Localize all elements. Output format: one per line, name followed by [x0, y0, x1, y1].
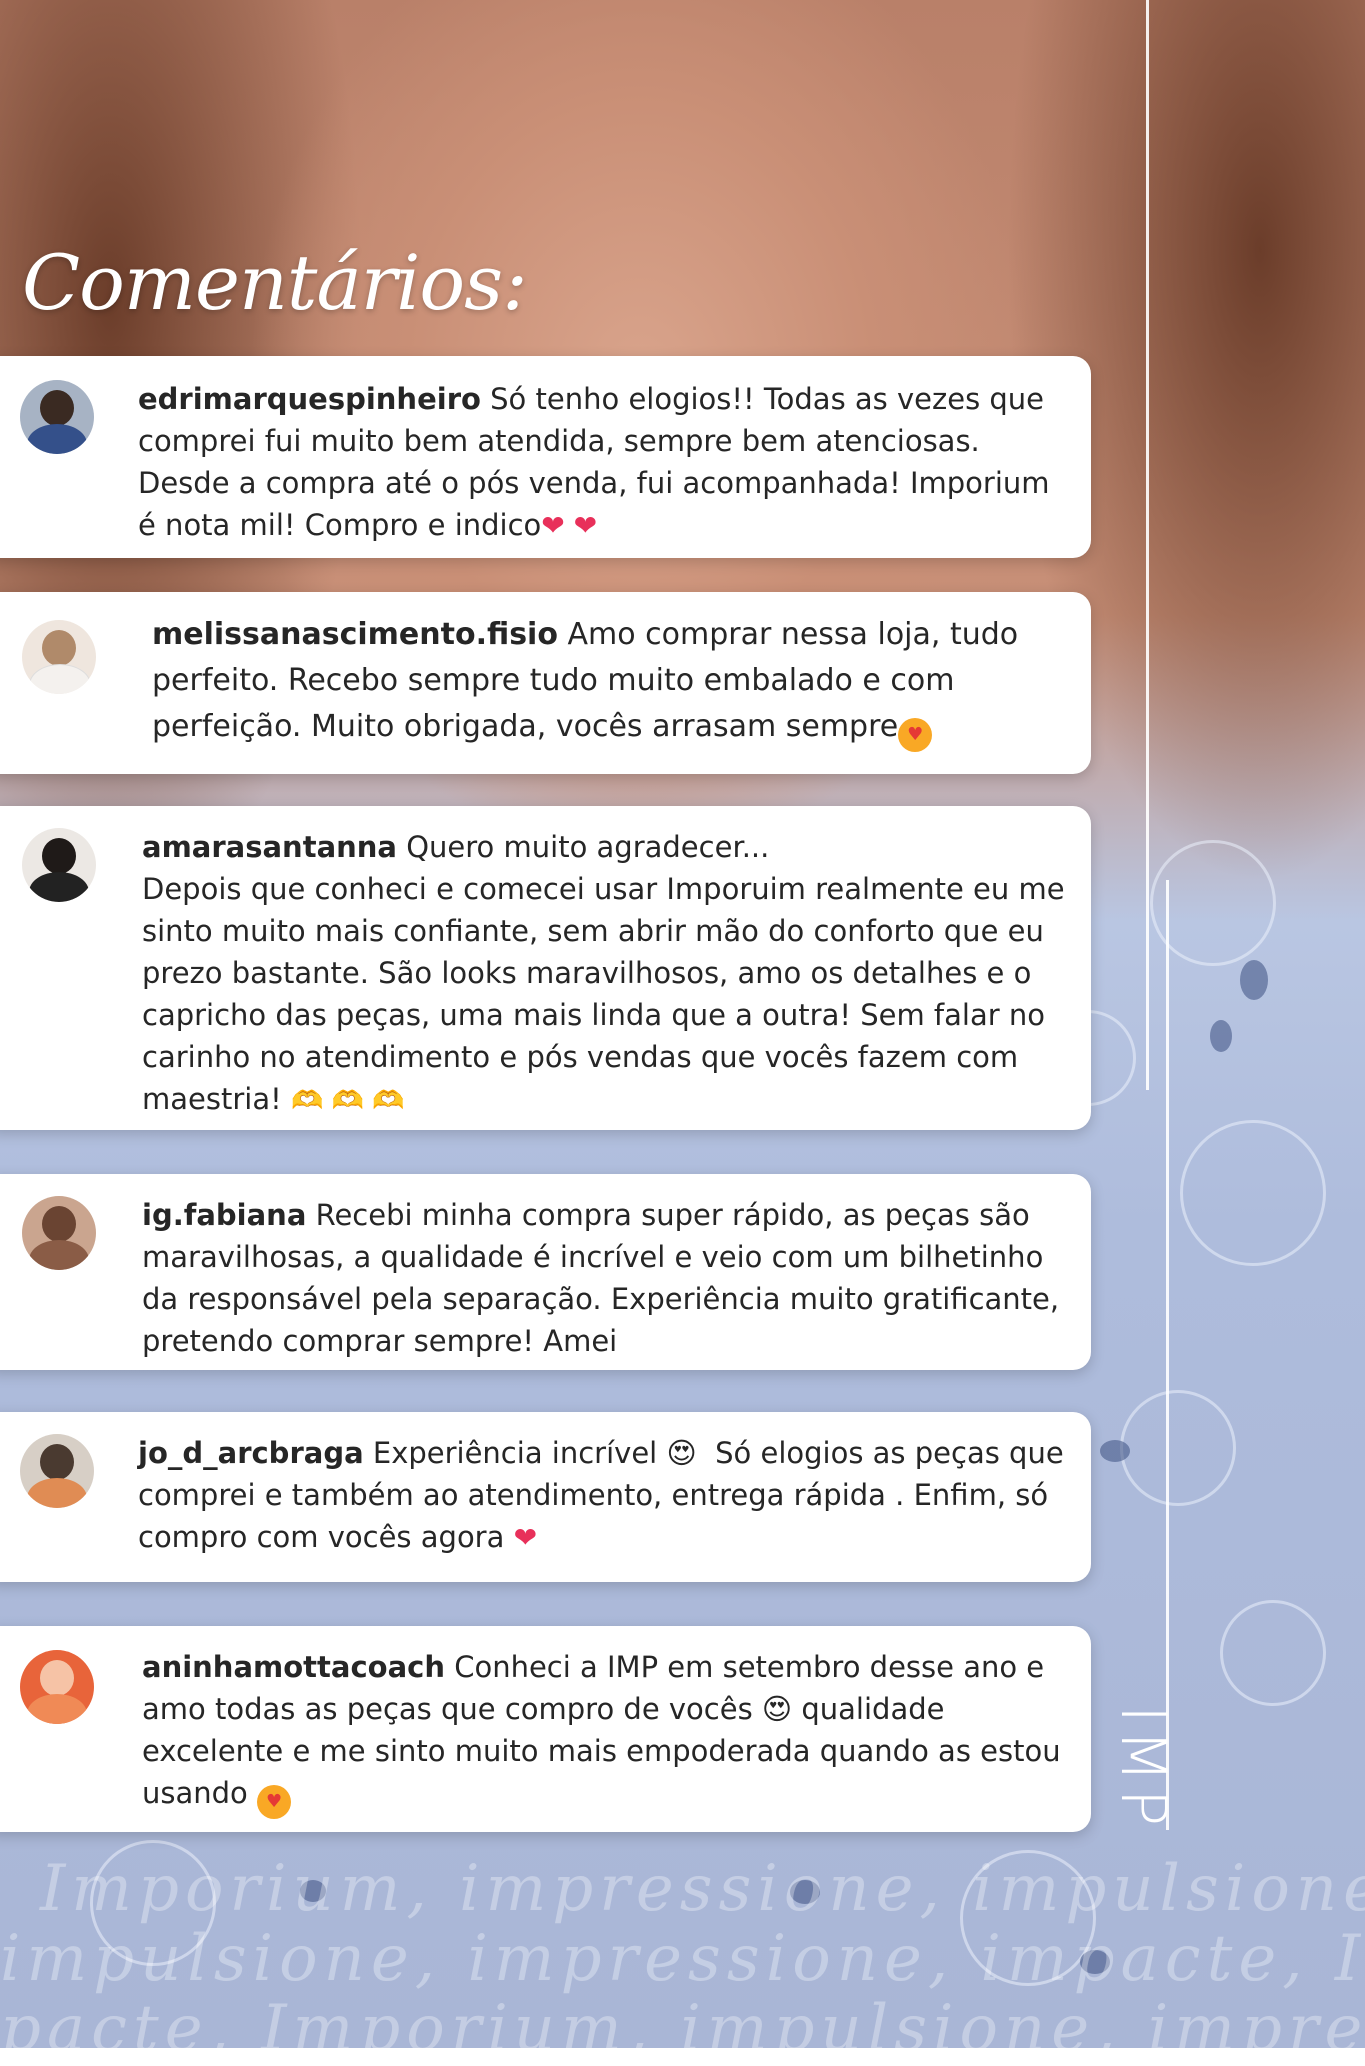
comment-username[interactable]: amarasantanna: [142, 830, 397, 864]
comment-username[interactable]: melissanascimento.fisio: [152, 617, 558, 652]
avatar[interactable]: [20, 380, 94, 454]
comment-text: ig.fabiana Recebi minha compra super ráp…: [142, 1198, 1060, 1358]
brand-logo: IMP: [1107, 1705, 1180, 1833]
comment-card: melissanascimento.fisio Amo comprar ness…: [0, 592, 1091, 774]
slogan-line: pacte, Imporium, impulsione, impressione…: [0, 1992, 1365, 2066]
heart-hands-emoji-icon: 🫶 🫶 🫶: [290, 1086, 405, 1116]
comment-username[interactable]: jo_d_arcbraga: [138, 1436, 364, 1470]
heart-emoji-icon: ❤: [513, 1521, 538, 1554]
comment-text: amarasantanna Quero muito agradecer... D…: [142, 830, 1065, 1116]
slogan-line: Imporium, impressione, impulsione, impac…: [40, 1852, 1365, 1926]
avatar[interactable]: [20, 1434, 94, 1508]
heart-eyes-emoji-icon: ♥: [898, 718, 933, 752]
comment-text: melissanascimento.fisio Amo comprar ness…: [152, 612, 1018, 752]
comment-username[interactable]: ig.fabiana: [142, 1198, 306, 1232]
vertical-line-bottom: [1166, 880, 1169, 1830]
vertical-line-top: [1146, 0, 1149, 1090]
avatar[interactable]: [22, 828, 96, 902]
comment-card: ig.fabiana Recebi minha compra super ráp…: [0, 1174, 1091, 1370]
comment-username[interactable]: aninhamottacoach: [142, 1650, 445, 1684]
avatar[interactable]: [22, 1196, 96, 1270]
avatar[interactable]: [22, 620, 96, 694]
comment-card: edrimarquespinheiro Só tenho elogios!! T…: [0, 356, 1091, 558]
avatar[interactable]: [20, 1650, 94, 1724]
comment-card: aninhamottacoach Conheci a IMP em setemb…: [0, 1626, 1091, 1832]
comment-username[interactable]: edrimarquespinheiro: [138, 382, 481, 416]
comment-text: edrimarquespinheiro Só tenho elogios!! T…: [138, 382, 1050, 542]
comment-card: jo_d_arcbraga Experiência incrível 😍 Só …: [0, 1412, 1091, 1582]
slogan-line: impulsione, impressione, impacte, Impori…: [0, 1922, 1365, 1996]
page-title: Comentários:: [22, 238, 528, 327]
heart-eyes-emoji-icon: ♥: [257, 1785, 292, 1819]
comment-text: jo_d_arcbraga Experiência incrível 😍 Só …: [138, 1436, 1064, 1554]
heart-emoji-icon: ❤ ❤: [541, 509, 598, 542]
comment-text: aninhamottacoach Conheci a IMP em setemb…: [142, 1646, 1061, 1819]
comment-card: amarasantanna Quero muito agradecer... D…: [0, 806, 1091, 1130]
